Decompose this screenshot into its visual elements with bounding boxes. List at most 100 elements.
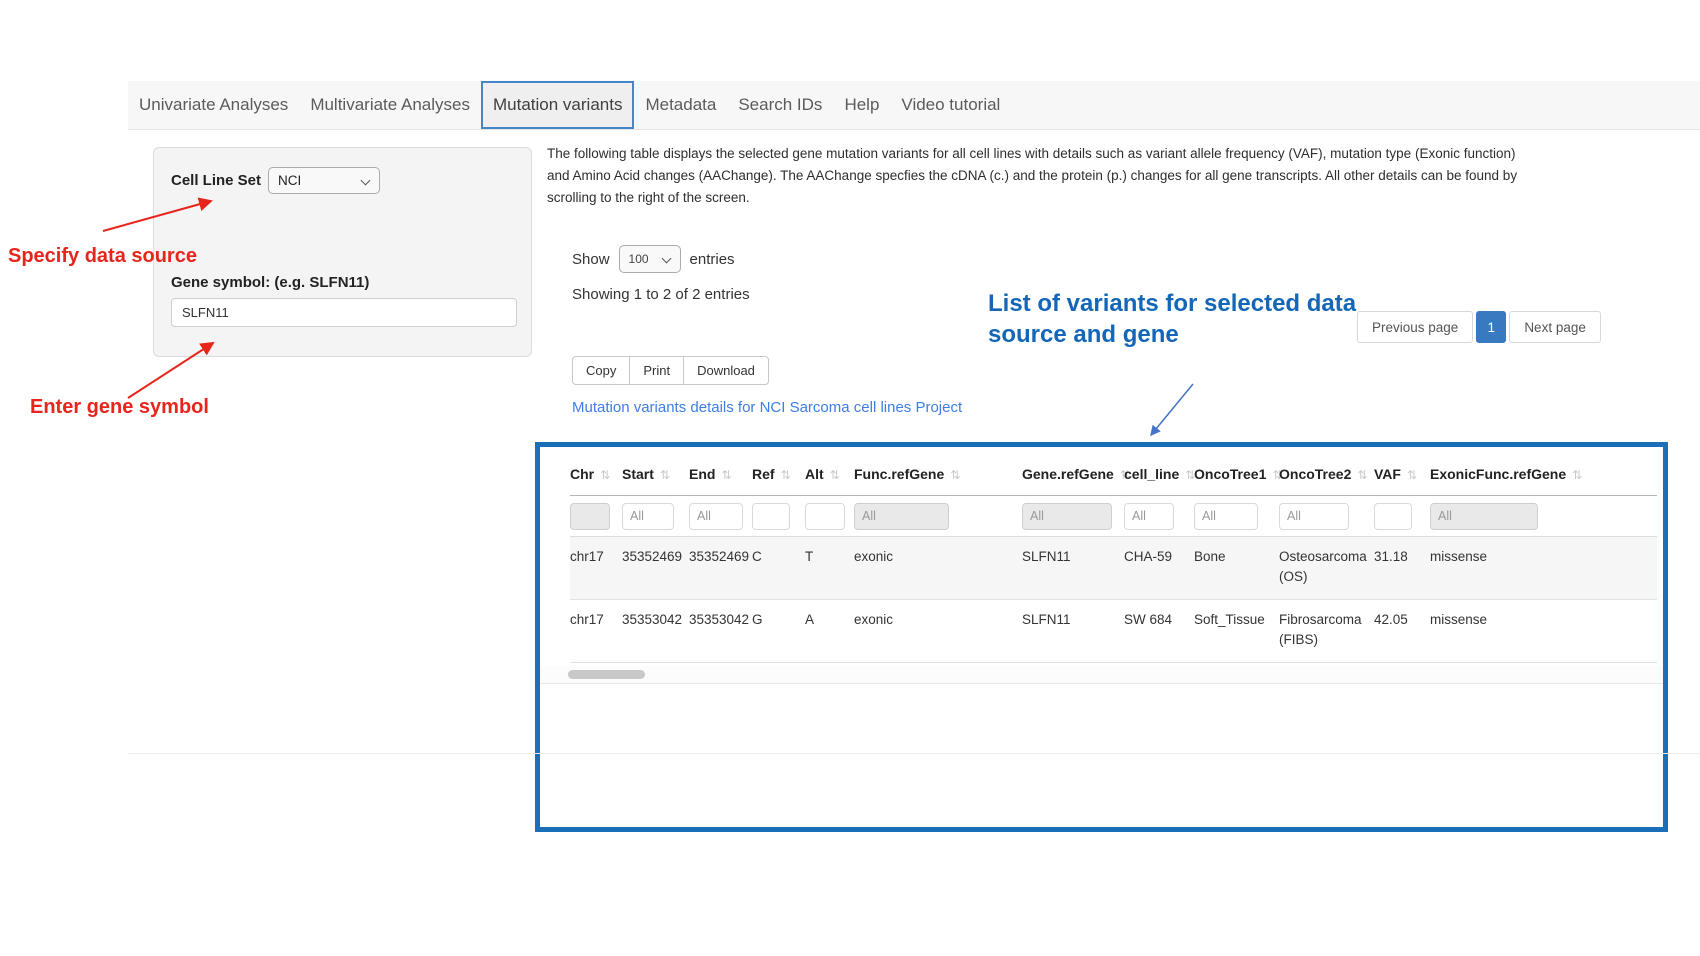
filter-input-cell-line[interactable]	[1124, 503, 1174, 530]
cell-vaf: 42.05	[1374, 600, 1430, 663]
filter-input-chr[interactable]	[570, 503, 610, 530]
cell-start: 35352469	[622, 537, 689, 600]
cell-cell-line: CHA-59	[1124, 537, 1194, 600]
table-filter-row	[570, 496, 1657, 537]
column-header-label: Func.refGene	[854, 466, 944, 482]
variants-table-container: Chr⇅Start⇅End⇅Ref⇅Alt⇅Func.refGene⇅Gene.…	[535, 442, 1668, 832]
cell-oncotree1: Soft_Tissue	[1194, 600, 1279, 663]
cell-end: 35352469	[689, 537, 752, 600]
cell-ref: G	[752, 600, 805, 663]
table-row: chr173535304235353042GAexonicSLFN11SW 68…	[570, 600, 1657, 663]
page-1-button[interactable]: 1	[1476, 311, 1506, 343]
tab-help[interactable]: Help	[833, 81, 890, 129]
column-header-label: Chr	[570, 466, 594, 482]
cell-func-refgene: exonic	[854, 600, 1022, 663]
previous-page-button[interactable]: Previous page	[1357, 311, 1473, 343]
tab-multivariate-analyses[interactable]: Multivariate Analyses	[299, 81, 481, 129]
filter-input-start[interactable]	[622, 503, 674, 530]
cell-alt: T	[805, 537, 854, 600]
column-header-oncotree1[interactable]: OncoTree1⇅	[1194, 453, 1279, 496]
cell-exonicfunc-refgene: missense	[1430, 600, 1657, 663]
tab-video-tutorial[interactable]: Video tutorial	[890, 81, 1011, 129]
filter-input-end[interactable]	[689, 503, 743, 530]
cell-line-set-row: Cell Line Set NCI	[171, 167, 380, 194]
nav-tabs: Univariate AnalysesMultivariate Analyses…	[128, 81, 1700, 130]
column-header-label: OncoTree1	[1194, 466, 1266, 482]
blue-arrow-variants-list	[1151, 384, 1193, 435]
column-header-label: Start	[622, 466, 654, 482]
filter-input-alt[interactable]	[805, 503, 845, 530]
filter-input-oncotree1[interactable]	[1194, 503, 1258, 530]
showing-entries-status: Showing 1 to 2 of 2 entries	[572, 286, 750, 303]
filter-input-vaf[interactable]	[1374, 503, 1412, 530]
cell-oncotree2: Fibrosarcoma (FIBS)	[1279, 600, 1374, 663]
gene-symbol-input[interactable]	[171, 298, 517, 327]
tab-mutation-variants[interactable]: Mutation variants	[481, 81, 634, 129]
variants-table: Chr⇅Start⇅End⇅Ref⇅Alt⇅Func.refGene⇅Gene.…	[570, 453, 1657, 663]
column-header-label: cell_line	[1124, 466, 1179, 482]
cell-func-refgene: exonic	[854, 537, 1022, 600]
sort-icon: ⇅	[1572, 468, 1582, 482]
sort-icon: ⇅	[721, 468, 731, 482]
column-header-ref[interactable]: Ref ⇅	[752, 453, 805, 496]
filter-input-gene-refgene[interactable]	[1022, 503, 1112, 530]
column-header-label: OncoTree2	[1279, 466, 1351, 482]
column-header-oncotree2[interactable]: OncoTree2 ⇅	[1279, 453, 1374, 496]
cell-oncotree1: Bone	[1194, 537, 1279, 600]
column-header-func-refgene[interactable]: Func.refGene ⇅	[854, 453, 1022, 496]
show-entries-row: Show 100 entries	[572, 245, 735, 273]
sort-icon: ⇅	[1357, 468, 1367, 482]
filter-input-func-refgene[interactable]	[854, 503, 949, 530]
download-button[interactable]: Download	[683, 356, 769, 385]
pagination: Previous page 1 Next page	[1357, 311, 1601, 343]
next-page-button[interactable]: Next page	[1509, 311, 1601, 343]
cell-gene-refgene: SLFN11	[1022, 537, 1124, 600]
print-button[interactable]: Print	[629, 356, 684, 385]
tab-metadata[interactable]: Metadata	[634, 81, 727, 129]
column-header-chr[interactable]: Chr⇅	[570, 453, 622, 496]
column-header-vaf[interactable]: VAF ⇅	[1374, 453, 1430, 496]
filter-input-oncotree2[interactable]	[1279, 503, 1349, 530]
entries-per-page-value: 100	[629, 252, 649, 266]
filter-input-ref[interactable]	[752, 503, 790, 530]
annotation-variants-list: List of variants for selected data sourc…	[988, 288, 1398, 350]
column-header-label: Alt	[805, 466, 824, 482]
entries-per-page-select[interactable]: 100	[619, 245, 681, 273]
copy-button[interactable]: Copy	[572, 356, 630, 385]
sort-icon: ⇅	[1407, 468, 1417, 482]
table-description: The following table displays the selecte…	[547, 143, 1519, 209]
sort-icon: ⇅	[660, 468, 670, 482]
cell-chr: chr17	[570, 537, 622, 600]
column-header-alt[interactable]: Alt ⇅	[805, 453, 854, 496]
tab-univariate-analyses[interactable]: Univariate Analyses	[128, 81, 299, 129]
cell-line-set-label: Cell Line Set	[171, 172, 261, 189]
column-header-label: VAF	[1374, 466, 1401, 482]
column-header-start[interactable]: Start ⇅	[622, 453, 689, 496]
table-row: chr173535246935352469CTexonicSLFN11CHA-5…	[570, 537, 1657, 600]
entries-label: entries	[690, 251, 735, 268]
column-header-gene-refgene[interactable]: Gene.refGene⇅	[1022, 453, 1124, 496]
column-header-label: Ref	[752, 466, 775, 482]
sort-icon: ⇅	[830, 468, 840, 482]
cell-line-set-value: NCI	[278, 173, 301, 188]
cell-line-set-select[interactable]: NCI	[268, 167, 380, 194]
sort-icon: ⇅	[781, 468, 791, 482]
table-caption-link[interactable]: Mutation variants details for NCI Sarcom…	[572, 399, 962, 416]
cell-oncotree2: Osteosarcoma (OS)	[1279, 537, 1374, 600]
gene-symbol-label: Gene symbol: (e.g. SLFN11)	[171, 274, 369, 291]
tab-search-ids[interactable]: Search IDs	[727, 81, 833, 129]
sort-icon: ⇅	[950, 468, 960, 482]
show-label: Show	[572, 251, 610, 268]
column-header-end[interactable]: End⇅	[689, 453, 752, 496]
cell-ref: C	[752, 537, 805, 600]
horizontal-scrollbar-track[interactable]	[540, 666, 1663, 684]
horizontal-scrollbar-thumb[interactable]	[568, 670, 645, 679]
filter-input-exonicfunc-refgene[interactable]	[1430, 503, 1538, 530]
cell-cell-line: SW 684	[1124, 600, 1194, 663]
column-header-cell-line[interactable]: cell_line⇅	[1124, 453, 1194, 496]
column-header-label: ExonicFunc.refGene	[1430, 466, 1566, 482]
column-header-exonicfunc-refgene[interactable]: ExonicFunc.refGene ⇅	[1430, 453, 1657, 496]
cell-start: 35353042	[622, 600, 689, 663]
cell-exonicfunc-refgene: missense	[1430, 537, 1657, 600]
column-header-label: Gene.refGene	[1022, 466, 1114, 482]
